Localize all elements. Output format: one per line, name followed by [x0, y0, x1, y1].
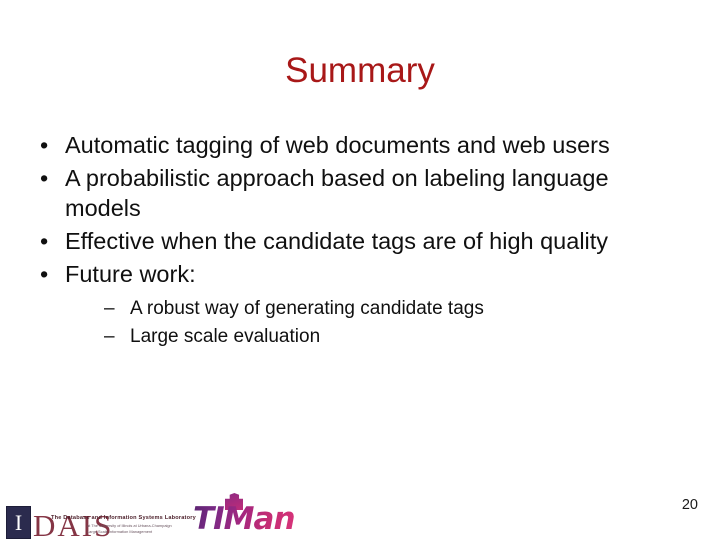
bullet-marker-icon: •	[40, 132, 49, 158]
sub-list-item-text: A robust way of generating candidate tag…	[130, 298, 484, 319]
slide-footer: I DAIS The Database and Information Syst…	[0, 480, 720, 541]
dash-marker-icon: –	[104, 298, 115, 319]
slide-body: • Automatic tagging of web documents and…	[34, 130, 674, 353]
page-number: 20	[681, 497, 698, 513]
list-item: • Future work: – A robust way of generat…	[34, 259, 674, 350]
list-item-text: Automatic tagging of web documents and w…	[65, 132, 610, 158]
dais-logo: I DAIS The Database and Information Syst…	[6, 499, 196, 541]
bullet-list: • Automatic tagging of web documents and…	[34, 130, 674, 350]
dash-marker-icon: –	[104, 326, 115, 347]
list-item-text: Effective when the candidate tags are of…	[65, 228, 609, 254]
dais-subline-1: at The University of Illinois at Urbana-…	[87, 523, 172, 528]
page-title: Summary	[285, 51, 435, 90]
sub-bullet-list: – A robust way of generating candidate t…	[65, 296, 674, 350]
bullet-marker-icon: •	[40, 261, 49, 287]
timan-logo: TIMan	[193, 490, 296, 536]
dais-subline-2: Large Scale Information Management	[87, 528, 153, 534]
list-item-text: Future work:	[65, 261, 196, 287]
list-item: • A probabilistic approach based on labe…	[34, 163, 674, 223]
illinois-emblem-icon: I	[6, 506, 31, 539]
dais-wordmark-block: DAIS The Database and Information System…	[33, 506, 196, 541]
slide: Summary • Automatic tagging of web docum…	[0, 0, 720, 541]
bullet-marker-icon: •	[40, 165, 49, 191]
list-item-text: A probabilistic approach based on labeli…	[65, 165, 609, 221]
sub-list-item-text: Large scale evaluation	[130, 326, 321, 347]
illinois-emblem-letter: I	[14, 509, 23, 535]
timan-wordmark: TIMan	[193, 501, 296, 537]
bullet-marker-icon: •	[40, 228, 49, 254]
list-item: • Automatic tagging of web documents and…	[34, 130, 674, 160]
sub-list-item: – A robust way of generating candidate t…	[104, 296, 674, 322]
sub-list-item: – Large scale evaluation	[104, 324, 674, 350]
dais-tagline: The Database and Information Systems Lab…	[51, 515, 196, 521]
list-item: • Effective when the candidate tags are …	[34, 226, 674, 256]
